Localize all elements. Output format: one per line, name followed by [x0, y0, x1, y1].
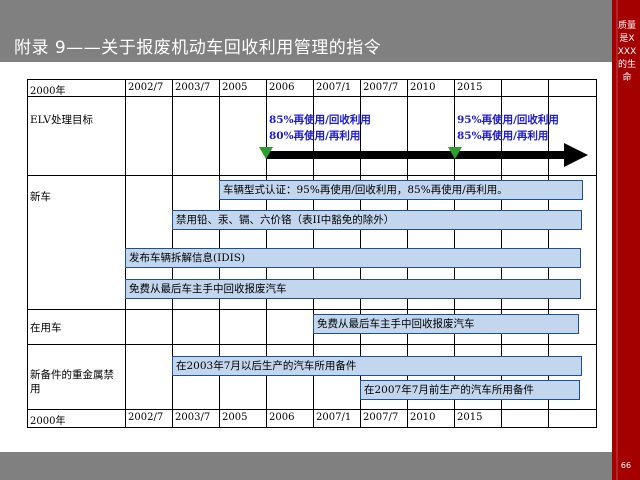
target-2015-line1: 95%再使用/回收利用 — [457, 114, 559, 126]
bar-free-takeback-used: 免费从最后车主手中回收报废汽车 — [313, 314, 579, 334]
year-header-bottom: 2010 — [410, 412, 436, 423]
row-divider — [27, 309, 597, 310]
bar-heavy-metal-ban: 禁用铅、汞、镉、六价铬（表II中豁免的除外） — [172, 210, 582, 230]
year-header-top: 2015 — [457, 82, 483, 93]
page-title: 附录 9——关于报废机动车回收利用管理的指令 — [14, 38, 382, 58]
year-header-bottom: 2000年 — [30, 416, 66, 427]
timeline-arrow-shaft — [266, 151, 566, 159]
bar-before-2007: 在2007年7月前生产的汽车所用备件 — [360, 380, 580, 400]
year-header-bottom: 2015 — [457, 412, 483, 423]
bar-type-approval: 车辆型式认证：95%再使用/回收利用，85%再使用/再利用。 — [219, 180, 583, 200]
year-header-top: 2003/7 — [175, 82, 211, 93]
target-2006-line1: 85%再使用/回收利用 — [269, 114, 371, 126]
year-header-bottom: 2002/7 — [128, 412, 164, 423]
timeline-arrow-head — [564, 143, 588, 167]
target-2015-line2: 85%再使用/再利用 — [457, 130, 549, 142]
row-label-spare-parts: 新备件的重金属禁用 — [30, 369, 114, 395]
year-header-bottom: 2006 — [269, 412, 295, 423]
bar-after-2003: 在2003年7月以后生产的汽车所用备件 — [172, 356, 582, 376]
year-header-bottom: 2005 — [222, 412, 248, 423]
year-header-top: 2000年 — [30, 86, 66, 97]
row-divider — [27, 344, 597, 345]
side-slogan: 质量是XXXX的生命 — [617, 21, 637, 83]
year-header-top: 2007/7 — [363, 82, 399, 93]
page-number: 66 — [620, 461, 632, 470]
year-header-top: 2005 — [222, 82, 248, 93]
row-divider — [27, 96, 597, 97]
year-header-top: 2007/1 — [316, 82, 352, 93]
year-header-top: 2006 — [269, 82, 295, 93]
row-label-used-car: 在用车 — [30, 322, 62, 334]
year-header-bottom: 2003/7 — [175, 412, 211, 423]
bar-free-takeback-new: 免费从最后车主手中回收报废汽车 — [125, 279, 581, 299]
year-header-top: 2002/7 — [128, 82, 164, 93]
row-label-elv: ELV处理目标 — [30, 114, 93, 126]
bar-idis: 发布车辆拆解信息(IDIS) — [125, 248, 581, 268]
target-2006-line2: 80%再使用/再利用 — [269, 130, 361, 142]
row-divider — [27, 409, 597, 410]
footer-bar — [0, 452, 612, 480]
year-header-bottom: 2007/7 — [363, 412, 399, 423]
year-header-bottom: 2007/1 — [316, 412, 352, 423]
row-label-new-car: 新车 — [30, 191, 51, 203]
milestone-2006-marker — [259, 147, 273, 159]
year-header-top: 2010 — [410, 82, 436, 93]
milestone-2015-marker — [448, 147, 462, 159]
row-divider — [27, 175, 597, 176]
